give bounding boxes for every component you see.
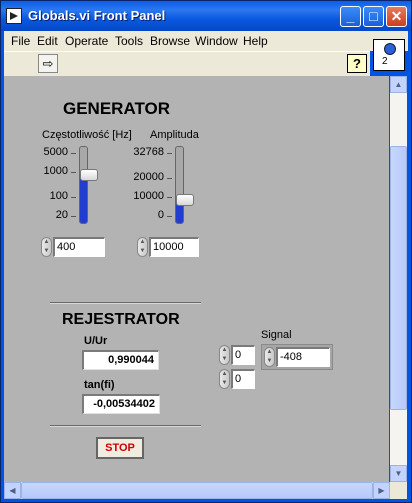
menu-edit[interactable]: Edit: [37, 34, 58, 48]
context-help-icon[interactable]: ?: [347, 54, 367, 73]
menu-tools[interactable]: Tools: [115, 34, 143, 48]
tick-mark: [71, 216, 76, 217]
row-index-value[interactable]: 0: [231, 345, 255, 365]
tick-mark: [167, 153, 172, 154]
menu-browse[interactable]: Browse: [150, 34, 190, 48]
column-index-increment-decrement[interactable]: ▲ ▼: [219, 369, 230, 389]
signal-label: Signal: [261, 329, 292, 341]
amplitude-numeric[interactable]: ▲ ▼ 10000: [137, 237, 199, 257]
frequency-tick: 100: [49, 190, 68, 202]
frequency-value[interactable]: 400: [53, 237, 105, 257]
frequency-increment-decrement[interactable]: ▲ ▼: [41, 237, 52, 257]
vertical-scroll-thumb[interactable]: [390, 146, 407, 410]
amplitude-slider-track[interactable]: [175, 146, 184, 224]
rejestrator-heading: REJESTRATOR: [62, 311, 180, 328]
labview-vi-icon: [6, 8, 22, 24]
tanfi-label: tan(fi): [84, 379, 115, 391]
generator-heading: GENERATOR: [63, 99, 171, 118]
menu-help[interactable]: Help: [243, 34, 268, 48]
scroll-left-icon[interactable]: ◀: [4, 482, 21, 499]
close-button[interactable]: ✕: [386, 6, 407, 27]
scroll-right-icon[interactable]: ▶: [373, 482, 390, 499]
frequency-numeric[interactable]: ▲ ▼ 400: [41, 237, 105, 257]
labview-window: Globals.vi Front Panel _ □ ✕ File Edit O…: [0, 0, 412, 503]
connector-pane-icon[interactable]: 2: [373, 39, 405, 71]
horizontal-scrollbar[interactable]: ◀ ▶: [4, 482, 390, 499]
minimize-button[interactable]: _: [340, 6, 361, 27]
signal-array-frame: ▲ ▼ -408: [261, 344, 333, 370]
frequency-label: Częstotliwość [Hz]: [42, 129, 132, 141]
uur-label: U/Ur: [84, 335, 108, 347]
menu-file[interactable]: File: [11, 34, 30, 48]
tick-mark: [71, 172, 76, 173]
tick-mark: [71, 197, 76, 198]
front-panel: GENERATOR Częstotliwość [Hz] Amplituda 5…: [4, 76, 389, 482]
scrollbar-corner: [390, 482, 407, 499]
vertical-scrollbar[interactable]: ▲ ▼: [390, 76, 407, 482]
menu-bar: File Edit Operate Tools Browse Window He…: [4, 31, 408, 51]
tick-mark: [167, 197, 172, 198]
amplitude-tick: 32768: [133, 146, 164, 158]
signal-increment-decrement[interactable]: ▲ ▼: [264, 347, 275, 367]
connector-number: 2: [382, 56, 388, 67]
frequency-tick: 1000: [43, 165, 68, 177]
tick-mark: [167, 178, 172, 179]
scroll-up-icon[interactable]: ▲: [390, 76, 407, 93]
window-title: Globals.vi Front Panel: [28, 8, 166, 23]
frequency-slider-handle[interactable]: [80, 169, 98, 181]
signal-row-index[interactable]: ▲ ▼ 0: [219, 345, 259, 365]
frequency-tick: 20: [55, 209, 68, 221]
frequency-slider-fill: [80, 174, 87, 223]
row-index-increment-decrement[interactable]: ▲ ▼: [219, 345, 230, 365]
amplitude-label: Amplituda: [150, 129, 199, 141]
separator-line: [50, 302, 201, 304]
tanfi-indicator: -0,00534402: [82, 394, 160, 414]
frequency-tick: 5000: [43, 146, 68, 158]
amplitude-value[interactable]: 10000: [149, 237, 199, 257]
run-arrow-icon[interactable]: ⇨: [38, 54, 58, 73]
frequency-slider-track[interactable]: [79, 146, 88, 224]
tick-mark: [167, 216, 172, 217]
separator-line: [50, 425, 201, 427]
signal-element[interactable]: ▲ ▼ -408: [264, 347, 330, 367]
amplitude-tick: 20000: [133, 171, 164, 183]
amplitude-tick: 0: [157, 209, 164, 221]
horizontal-scroll-thumb[interactable]: [21, 482, 373, 499]
tick-mark: [71, 153, 76, 154]
toolbar: ⇨ ?: [4, 51, 370, 77]
title-bar[interactable]: Globals.vi Front Panel _ □ ✕: [1, 1, 411, 31]
signal-column-index[interactable]: ▲ ▼ 0: [219, 369, 259, 389]
signal-value[interactable]: -408: [276, 347, 330, 367]
menu-operate[interactable]: Operate: [65, 34, 108, 48]
amplitude-tick: 10000: [133, 190, 164, 202]
scroll-down-icon[interactable]: ▼: [390, 465, 407, 482]
maximize-button[interactable]: □: [363, 6, 384, 27]
stop-button[interactable]: STOP: [96, 437, 144, 459]
uur-indicator: 0,990044: [82, 350, 159, 370]
column-index-value[interactable]: 0: [231, 369, 255, 389]
amplitude-increment-decrement[interactable]: ▲ ▼: [137, 237, 148, 257]
menu-window[interactable]: Window: [195, 34, 238, 48]
amplitude-slider-handle[interactable]: [176, 194, 194, 206]
globe-icon: [384, 43, 396, 55]
